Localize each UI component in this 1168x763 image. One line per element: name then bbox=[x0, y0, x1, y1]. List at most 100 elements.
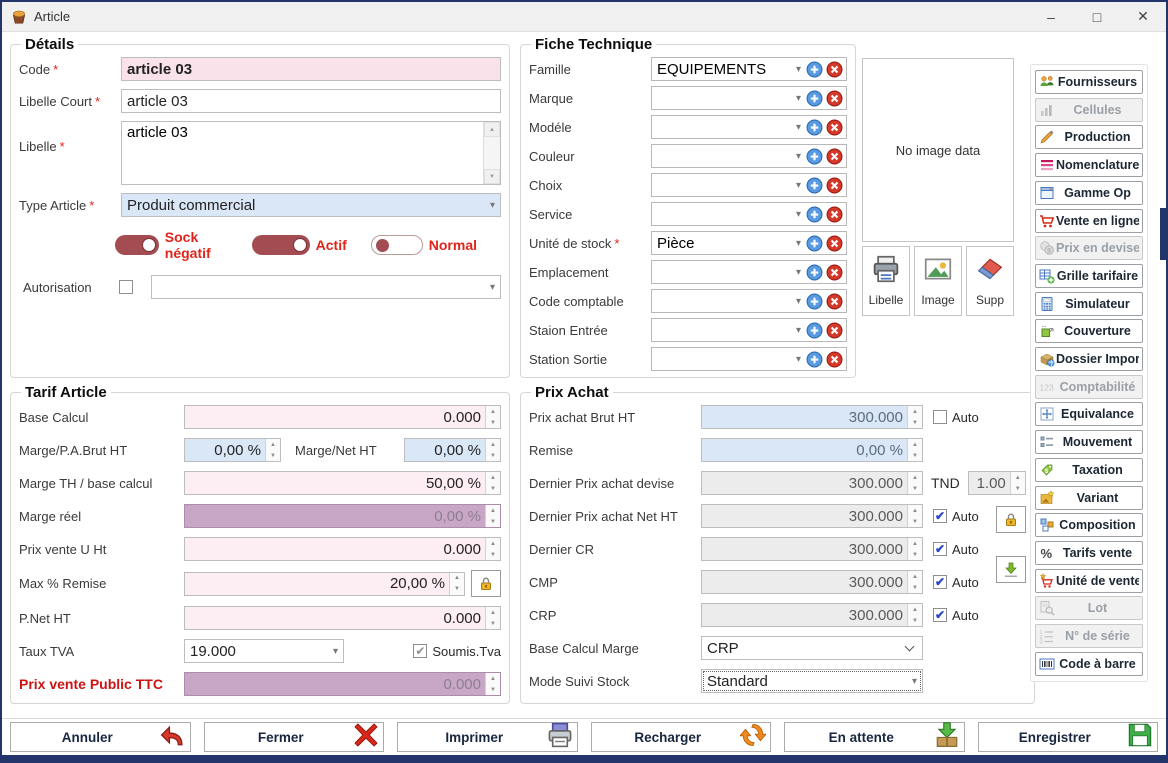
scrollbar[interactable]: ▲ ▼ bbox=[483, 122, 500, 184]
combo-emplacement[interactable]: ▾ bbox=[651, 260, 847, 284]
exchange-rate-field[interactable]: 1.00▲▼ bbox=[968, 471, 1026, 495]
annuler-button[interactable]: Annuler bbox=[10, 722, 191, 752]
add-icon[interactable] bbox=[806, 176, 824, 194]
scroll-down-icon[interactable]: ▼ bbox=[484, 169, 500, 184]
remove-icon[interactable] bbox=[826, 292, 844, 310]
prix-vente-u-ht-field[interactable]: 0.000▲▼ bbox=[184, 537, 501, 561]
recharger-button[interactable]: Recharger bbox=[591, 722, 772, 752]
combo-famille[interactable]: EQUIPEMENTS▾ bbox=[651, 57, 847, 81]
chevron-down-icon[interactable]: ▾ bbox=[791, 64, 806, 75]
combo-couleur[interactable]: ▾ bbox=[651, 144, 847, 168]
combo-station-sortie[interactable]: ▾ bbox=[651, 347, 847, 371]
sidebar-item-equivalance[interactable]: Equivalance bbox=[1035, 402, 1143, 426]
remove-icon[interactable] bbox=[826, 89, 844, 107]
sidebar-item-vente-en-ligne[interactable]: Vente en ligne bbox=[1035, 209, 1143, 233]
max-remise-field[interactable]: 20,00 %▲▼ bbox=[184, 572, 465, 596]
spinner[interactable]: ▲▼ bbox=[907, 538, 922, 560]
sidebar-item-production[interactable]: Production bbox=[1035, 125, 1143, 149]
remove-icon[interactable] bbox=[826, 234, 844, 252]
add-icon[interactable] bbox=[806, 60, 824, 78]
sidebar-item-grille-tarifaire[interactable]: Grille tarifaire bbox=[1035, 264, 1143, 288]
combo-choix[interactable]: ▾ bbox=[651, 173, 847, 197]
sidebar-item-fournisseurs[interactable]: Fournisseurs bbox=[1035, 70, 1143, 94]
auto-checkbox[interactable]: Auto bbox=[933, 410, 979, 425]
chevron-down-icon[interactable]: ▾ bbox=[791, 325, 806, 336]
mode-suivi-stock-combo[interactable]: Standard▾ bbox=[701, 669, 923, 693]
en-attente-button[interactable]: En attente bbox=[784, 722, 965, 752]
chevron-down-icon[interactable]: ▾ bbox=[791, 354, 806, 365]
remove-icon[interactable] bbox=[826, 350, 844, 368]
prix-achat-brut-ht-field[interactable]: 300.000▲▼ bbox=[701, 405, 923, 429]
sidebar-item-dossier-import[interactable]: Dossier Import bbox=[1035, 347, 1143, 371]
fermer-button[interactable]: Fermer bbox=[204, 722, 385, 752]
spinner[interactable]: ▲▼ bbox=[907, 571, 922, 593]
remise-field[interactable]: 0,00 %▲▼ bbox=[701, 438, 923, 462]
chevron-down-icon[interactable]: ▾ bbox=[485, 200, 500, 211]
chevron-down-icon[interactable]: ▾ bbox=[791, 180, 806, 191]
combo-unite-de-stock[interactable]: Pièce▾ bbox=[651, 231, 847, 255]
libelle-textarea[interactable]: article 03 ▲ ▼ bbox=[121, 121, 501, 185]
chevron-down-icon[interactable]: ▾ bbox=[791, 122, 806, 133]
maximize-button[interactable]: □ bbox=[1074, 2, 1120, 31]
autorisation-combo[interactable]: ▾ bbox=[151, 275, 501, 299]
base-calcul-field[interactable]: 0.000▲▼ bbox=[184, 405, 501, 429]
marge-th-base-calcul-field[interactable]: 50,00 %▲▼ bbox=[184, 471, 501, 495]
libelle-court-field[interactable]: article 03 bbox=[121, 89, 501, 113]
type-article-combo[interactable]: Produit commercial ▾ bbox=[121, 193, 501, 217]
auto-checkbox[interactable]: ✔Auto bbox=[933, 542, 979, 557]
spinner[interactable]: ▲▼ bbox=[485, 406, 500, 428]
download-button[interactable] bbox=[996, 556, 1026, 583]
add-icon[interactable] bbox=[806, 263, 824, 281]
lock-button[interactable] bbox=[471, 570, 501, 597]
spinner[interactable]: ▲▼ bbox=[485, 439, 500, 461]
toggle-sock-negatif[interactable] bbox=[115, 235, 159, 255]
spinner[interactable]: ▲▼ bbox=[907, 604, 922, 626]
spinner[interactable]: ▲▼ bbox=[907, 439, 922, 461]
close-button[interactable]: ✕ bbox=[1120, 2, 1166, 31]
sidebar-item-mouvement[interactable]: Mouvement bbox=[1035, 430, 1143, 454]
add-icon[interactable] bbox=[806, 292, 824, 310]
chevron-down-icon[interactable]: ▾ bbox=[907, 676, 922, 687]
spinner[interactable]: ▲▼ bbox=[485, 505, 500, 527]
spinner[interactable]: ▲▼ bbox=[449, 573, 464, 595]
remove-icon[interactable] bbox=[826, 205, 844, 223]
toggle-actif[interactable] bbox=[252, 235, 310, 255]
remove-icon[interactable] bbox=[826, 176, 844, 194]
sidebar-item-composition[interactable]: Composition bbox=[1035, 513, 1143, 537]
spinner[interactable]: ▲▼ bbox=[485, 538, 500, 560]
autorisation-checkbox[interactable] bbox=[119, 280, 133, 294]
combo-marque[interactable]: ▾ bbox=[651, 86, 847, 110]
p-net-ht-field[interactable]: 0.000▲▼ bbox=[184, 606, 501, 630]
chevron-down-icon[interactable]: ▾ bbox=[791, 151, 806, 162]
chevron-down-icon[interactable]: ▾ bbox=[791, 296, 806, 307]
sidebar-item-code-a-barre[interactable]: Code à barre bbox=[1035, 652, 1143, 676]
taux-tva-combo[interactable]: 19.000▾ bbox=[184, 639, 344, 663]
sidebar-item-unite-de-vente[interactable]: Unité de vente bbox=[1035, 569, 1143, 593]
sidebar-item-couverture[interactable]: Couverture bbox=[1035, 319, 1143, 343]
remove-icon[interactable] bbox=[826, 118, 844, 136]
chevron-down-icon[interactable]: ▾ bbox=[328, 646, 343, 657]
remove-icon[interactable] bbox=[826, 147, 844, 165]
spinner[interactable]: ▲▼ bbox=[265, 439, 280, 461]
soumis-tva-checkbox[interactable]: ✔Soumis.Tva bbox=[413, 644, 501, 659]
minimize-button[interactable]: – bbox=[1028, 2, 1074, 31]
add-icon[interactable] bbox=[806, 118, 824, 136]
chevron-down-icon[interactable]: ▾ bbox=[791, 93, 806, 104]
combo-staion-entree[interactable]: ▾ bbox=[651, 318, 847, 342]
spinner[interactable]: ▲▼ bbox=[1010, 472, 1025, 494]
enregistrer-button[interactable]: Enregistrer bbox=[978, 722, 1159, 752]
sidebar-item-taxation[interactable]: $Taxation bbox=[1035, 458, 1143, 482]
remove-icon[interactable] bbox=[826, 263, 844, 281]
remove-icon[interactable] bbox=[826, 60, 844, 78]
add-icon[interactable] bbox=[806, 234, 824, 252]
marge-net-ht-field[interactable]: 0,00 %▲▼ bbox=[404, 438, 501, 462]
add-icon[interactable] bbox=[806, 205, 824, 223]
chevron-down-icon[interactable]: ▾ bbox=[485, 282, 500, 293]
add-icon[interactable] bbox=[806, 321, 824, 339]
add-icon[interactable] bbox=[806, 89, 824, 107]
lock-button[interactable] bbox=[996, 506, 1026, 533]
auto-checkbox[interactable]: ✔Auto bbox=[933, 509, 979, 524]
image-button[interactable]: Image bbox=[914, 246, 962, 316]
spinner[interactable]: ▲▼ bbox=[907, 472, 922, 494]
chevron-down-icon[interactable]: ▾ bbox=[791, 209, 806, 220]
